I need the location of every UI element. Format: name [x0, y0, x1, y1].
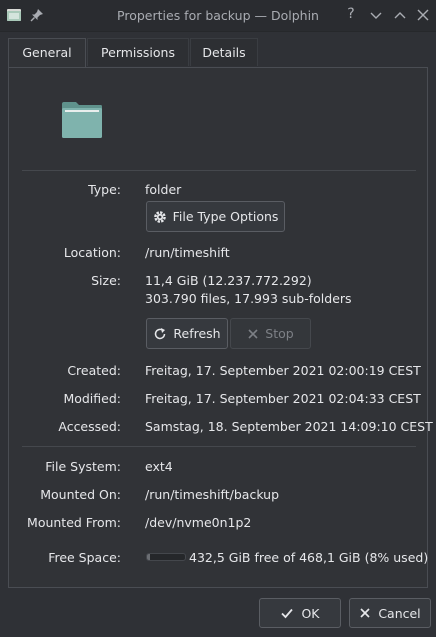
gear-icon	[153, 210, 166, 223]
type-value: folder	[145, 182, 182, 197]
title-bar[interactable]: Properties for backup — Dolphin ?	[0, 0, 436, 32]
file-system-value: ext4	[145, 459, 173, 474]
ok-label: OK	[301, 605, 320, 621]
help-button[interactable]: ?	[345, 6, 357, 22]
cancel-button[interactable]: Cancel	[349, 598, 431, 628]
free-space-bar-fill	[147, 554, 151, 560]
free-space-bar	[146, 553, 186, 561]
created-value: Freitag, 17. September 2021 02:00:19 CES…	[145, 363, 421, 378]
modified-label: Modified:	[63, 391, 121, 406]
type-label: Type:	[88, 182, 121, 197]
refresh-button[interactable]: Refresh	[146, 318, 228, 349]
tab-permissions[interactable]: Permissions	[87, 38, 189, 66]
tab-details[interactable]: Details	[190, 38, 258, 66]
cancel-label: Cancel	[378, 605, 421, 621]
refresh-icon	[155, 327, 166, 339]
stop-button[interactable]: Stop	[230, 318, 311, 349]
free-space-label: Free Space:	[48, 550, 121, 565]
close-window-button[interactable]	[416, 8, 430, 22]
ok-button[interactable]: OK	[259, 598, 341, 628]
file-type-options-button[interactable]: File Type Options	[146, 201, 285, 232]
mounted-on-value: /run/timeshift/backup	[145, 487, 280, 502]
accessed-label: Accessed:	[58, 419, 121, 434]
stop-label: Stop	[265, 326, 294, 341]
file-system-label: File System:	[45, 459, 121, 474]
refresh-label: Refresh	[173, 326, 221, 341]
separator	[22, 170, 416, 171]
check-icon	[281, 608, 294, 619]
location-value: /run/timeshift	[145, 245, 230, 260]
mounted-from-value: /dev/nvme0n1p2	[145, 515, 252, 530]
size-value: 11,4 GiB (12.237.772.292)	[145, 273, 312, 288]
size-label: Size:	[91, 273, 121, 288]
close-icon	[360, 608, 370, 618]
size-detail: 303.790 files, 17.993 sub-folders	[145, 291, 352, 306]
accessed-value: Samstag, 18. September 2021 14:09:10 CES…	[145, 419, 433, 434]
minimize-button[interactable]	[369, 8, 383, 22]
free-space-value: 432,5 GiB free of 468,1 GiB (8% used)	[189, 550, 429, 565]
separator	[22, 446, 416, 447]
maximize-button[interactable]	[393, 8, 407, 22]
mounted-on-label: Mounted On:	[40, 487, 121, 502]
file-type-options-label: File Type Options	[172, 209, 279, 224]
folder-icon	[62, 102, 102, 138]
stop-icon	[248, 328, 258, 339]
created-label: Created:	[67, 363, 121, 378]
tab-general[interactable]: General	[8, 38, 86, 69]
modified-value: Freitag, 17. September 2021 02:04:33 CES…	[145, 391, 421, 406]
mounted-from-label: Mounted From:	[27, 515, 121, 530]
location-label: Location:	[63, 245, 121, 260]
